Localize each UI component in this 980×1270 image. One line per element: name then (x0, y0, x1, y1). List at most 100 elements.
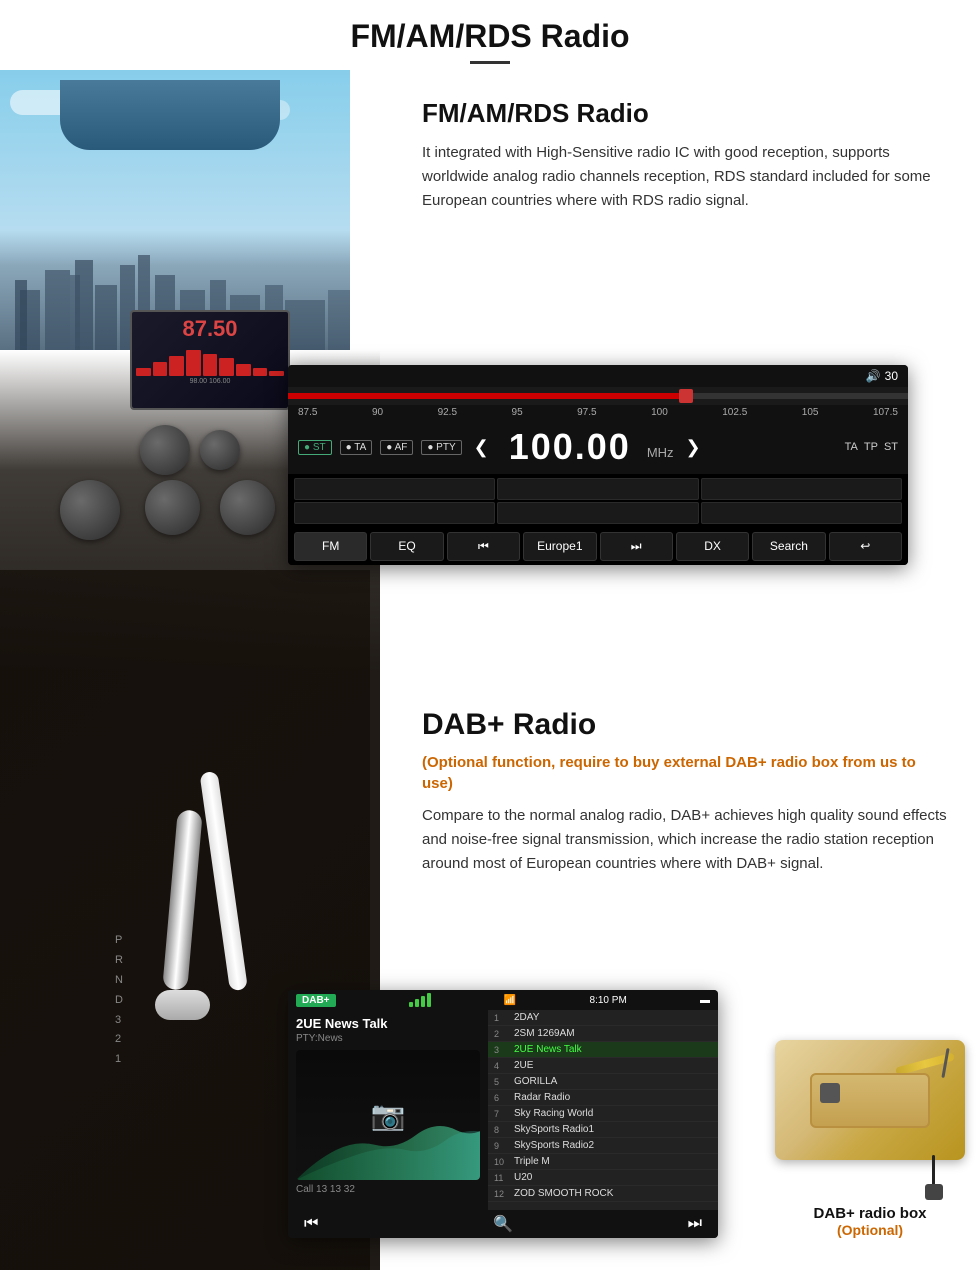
control-knob-2[interactable] (200, 430, 240, 470)
hu-range-text: 98.00 106.00 (136, 378, 284, 385)
dab-bottom-controls: ⏮ 🔍 ⏭ (288, 1210, 718, 1238)
dab-station-name: 2UE News Talk (296, 1016, 480, 1031)
list-item-10[interactable]: 10 Triple M (488, 1154, 718, 1170)
dab-box-text-area: DAB+ radio box (Optional) (770, 1205, 970, 1238)
scale-975: 97.5 (577, 407, 596, 418)
list-item-9[interactable]: 9 SkySports Radio2 (488, 1138, 718, 1154)
btn-search[interactable]: Search (752, 532, 825, 561)
btn-eq[interactable]: EQ (370, 532, 443, 561)
btn-dx[interactable]: DX (676, 532, 749, 561)
extra-buttons: TA TP ST (845, 441, 898, 453)
gear-indicator: PRND321 (115, 931, 123, 1070)
dab-box-body (810, 1073, 930, 1128)
extra-st[interactable]: ST (884, 441, 898, 453)
signal-bar-4 (427, 993, 431, 1007)
hu-bar-5 (203, 354, 218, 376)
fm-card-title: FM/AM/RDS Radio (422, 98, 948, 129)
list-item-8[interactable]: 8 SkySports Radio1 (488, 1122, 718, 1138)
scale-1025: 102.5 (722, 407, 747, 418)
wifi-icon: 📶 (504, 995, 516, 1006)
camera-icon: 📷 (371, 1099, 406, 1132)
volume-value: 30 (885, 369, 898, 383)
list-item-3[interactable]: 3 2UE News Talk (488, 1042, 718, 1058)
badge-pty[interactable]: ● PTY (421, 440, 461, 455)
hu-bar-9 (269, 371, 284, 376)
control-knob-3[interactable] (60, 480, 120, 540)
list-item-7[interactable]: 7 Sky Racing World (488, 1106, 718, 1122)
list-item-11[interactable]: 11 U20 (488, 1170, 718, 1186)
control-knob-4[interactable] (145, 480, 200, 535)
dab-call-text: Call 13 13 32 (296, 1184, 480, 1195)
signal-bar-2 (415, 999, 419, 1007)
hu-bar-3 (169, 356, 184, 376)
scale-875: 87.5 (298, 407, 317, 418)
freq-next-btn[interactable]: ❯ (682, 437, 705, 458)
dab-card-description: Compare to the normal analog radio, DAB+… (422, 804, 948, 876)
badge-st[interactable]: ● ST (298, 440, 332, 455)
dab-badge: DAB+ (296, 994, 336, 1007)
dab-card-title: DAB+ Radio (422, 708, 948, 742)
dab-pty: PTY:News (296, 1033, 480, 1044)
frequency-unit: MHz (647, 445, 674, 460)
extra-tp[interactable]: TP (864, 441, 878, 453)
scale-1075: 107.5 (873, 407, 898, 418)
list-item-6[interactable]: 6 Radar Radio (488, 1090, 718, 1106)
badge-ta[interactable]: ● TA (340, 440, 373, 455)
dab-box-optional: (Optional) (770, 1222, 970, 1238)
hu-frequency: 87.50 (136, 316, 284, 342)
hu-bar-4 (186, 350, 201, 376)
hu-bars (136, 346, 284, 376)
btn-prev-track[interactable]: ⏮ (447, 532, 520, 561)
preset-6[interactable] (701, 502, 902, 524)
preset-5[interactable] (497, 502, 698, 524)
hu-bar-8 (253, 368, 268, 376)
head-unit-display: 87.50 98.00 106.00 (130, 310, 290, 410)
list-item-12[interactable]: 12 ZOD SMOOTH ROCK (488, 1186, 718, 1202)
btn-fm[interactable]: FM (294, 532, 367, 561)
page-title-area: FM/AM/RDS Radio (0, 0, 980, 70)
control-knob-5[interactable] (220, 480, 275, 535)
dab-optional-text: (Optional function, require to buy exter… (422, 752, 948, 794)
radio-controls-row: ● ST ● TA ● AF ● PTY ❮ 100.00 MHz ❯ TA T… (288, 420, 908, 474)
preset-2[interactable] (497, 478, 698, 500)
page-title: FM/AM/RDS Radio (0, 18, 980, 55)
dab-prev-btn[interactable]: ⏮ (296, 1215, 326, 1233)
radio-ui-screen: 🔊 30 87.5 90 92.5 95 97.5 100 102.5 105 … (288, 365, 908, 565)
preset-4[interactable] (294, 502, 495, 524)
list-item-4[interactable]: 4 2UE (488, 1058, 718, 1074)
control-knob-1[interactable] (140, 425, 190, 475)
dab-top-bar: DAB+ 📶 8:10 PM ▬ (288, 990, 718, 1010)
preset-3[interactable] (701, 478, 902, 500)
list-item-1[interactable]: 1 2DAY (488, 1010, 718, 1026)
dab-left-panel: 2UE News Talk PTY:News (288, 1010, 488, 1210)
scale-105: 105 (802, 407, 819, 418)
battery-icon: ▬ (700, 995, 710, 1006)
dab-visual-area: 📷 (296, 1050, 480, 1180)
fm-info-card: FM/AM/RDS Radio It integrated with High-… (390, 70, 980, 237)
list-item-5[interactable]: 5 GORILLA (488, 1074, 718, 1090)
btn-europe1[interactable]: Europe1 (523, 532, 596, 561)
extra-ta[interactable]: TA (845, 441, 858, 453)
hu-bar-2 (153, 362, 168, 376)
signal-bar-3 (421, 996, 425, 1007)
hu-bar-6 (219, 358, 234, 376)
signal-bars (409, 993, 431, 1007)
dab-station-list: 1 2DAY 2 2SM 1269AM 3 2UE News Talk 4 2U… (488, 1010, 718, 1210)
frequency-display: 100.00 (509, 426, 631, 468)
hu-bar-7 (236, 364, 251, 376)
bg-section: 87.50 98.00 106.00 (0, 70, 980, 1270)
btn-back[interactable]: ↩ (829, 532, 902, 561)
dab-box-port (820, 1083, 840, 1103)
freq-prev-btn[interactable]: ❮ (470, 437, 493, 458)
btn-next-track[interactable]: ⏭ (600, 532, 673, 561)
slider-thumb[interactable] (679, 389, 693, 403)
dab-search-btn[interactable]: 🔍 (485, 1214, 521, 1234)
dab-box-image (775, 1040, 965, 1160)
frequency-slider[interactable] (288, 387, 908, 405)
list-item-2[interactable]: 2 2SM 1269AM (488, 1026, 718, 1042)
dab-next-btn[interactable]: ⏭ (680, 1215, 710, 1233)
dab-main-content: 2UE News Talk PTY:News (288, 1010, 718, 1210)
scale-925: 92.5 (438, 407, 457, 418)
preset-1[interactable] (294, 478, 495, 500)
badge-af[interactable]: ● AF (380, 440, 413, 455)
